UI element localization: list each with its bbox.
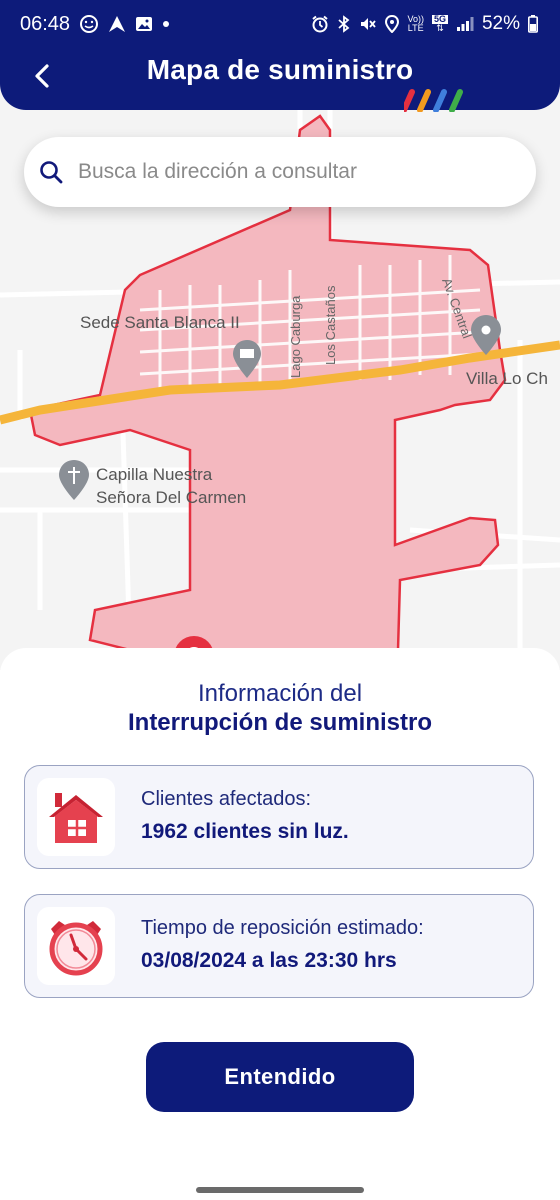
- map-label-villa: Villa Lo Ch: [466, 369, 548, 388]
- house-icon: [37, 778, 115, 856]
- info-title-line2: Interrupción de suministro: [127, 709, 433, 736]
- affected-clients-value: 1962 clientes sin luz.: [141, 820, 349, 843]
- restore-time-value: 03/08/2024 a las 23:30 hrs: [141, 949, 397, 972]
- restore-time-label: Tiempo de reposición estimado:: [141, 917, 424, 939]
- affected-clients-label: Clientes afectados:: [141, 788, 312, 810]
- brand-stripes-icon: [404, 89, 463, 112]
- image-icon: [135, 15, 153, 33]
- restore-time-card: Tiempo de reposición estimado: 03/08/202…: [24, 894, 534, 998]
- affected-clients-card: Clientes afectados: 1962 clientes sin lu…: [24, 765, 534, 869]
- battery-icon: [528, 15, 538, 33]
- search-icon: [38, 159, 64, 185]
- mute-icon: [359, 15, 377, 33]
- understood-button[interactable]: Entendido: [146, 1042, 414, 1112]
- dot-icon: [162, 20, 170, 28]
- signal-icon: [456, 16, 474, 32]
- search-input[interactable]: [76, 159, 500, 185]
- app-bar: Mapa de suministro: [0, 48, 560, 112]
- map-label-lago: Lago Caburga: [288, 295, 303, 378]
- map-label-capilla-1: Capilla Nuestra: [96, 465, 213, 484]
- location-icon: [385, 15, 400, 33]
- face-icon: [79, 14, 99, 34]
- home-indicator[interactable]: [196, 1187, 364, 1193]
- bluetooth-icon: [337, 15, 351, 33]
- status-bar: 06:48 Vo)) LTE 5G ⇅ 52%: [0, 0, 560, 48]
- navigation-icon: [108, 15, 126, 33]
- page-title: Mapa de suministro: [146, 54, 414, 85]
- church-icon: [59, 460, 89, 500]
- map-label-castanos: Los Castaños: [323, 285, 338, 365]
- outage-info-sheet: Información del Interrupción de suminist…: [0, 648, 560, 1200]
- alarm-icon: [311, 15, 329, 33]
- battery-level: 52%: [481, 13, 520, 34]
- network-5g-indicator: 5G ⇅: [431, 14, 448, 33]
- clock-icon: [37, 907, 115, 985]
- status-time: 06:48: [20, 12, 71, 35]
- map-label-sede: Sede Santa Blanca II: [80, 313, 240, 332]
- map-label-capilla-2: Señora Del Carmen: [96, 488, 246, 507]
- volte-indicator: Vo)) LTE: [407, 14, 424, 33]
- info-title-line1: Información del: [197, 680, 363, 707]
- search-bar[interactable]: [24, 137, 536, 207]
